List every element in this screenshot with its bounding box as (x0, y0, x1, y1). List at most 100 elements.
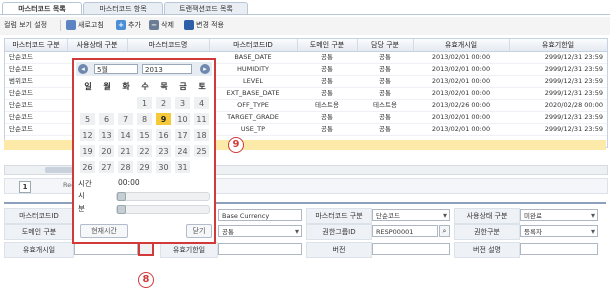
auth-kind-select[interactable]: 등록자 (520, 225, 598, 237)
apply-icon (184, 20, 194, 30)
calendar-day[interactable]: 25 (193, 144, 210, 158)
toolbar-separator (60, 20, 61, 31)
column-header[interactable]: 마스터코드 구분 (5, 39, 68, 51)
time-label: 시간 (78, 179, 92, 188)
calendar-day[interactable]: 1 (136, 96, 153, 110)
calendar-day[interactable]: 29 (136, 160, 153, 174)
minute-slider-knob[interactable] (117, 205, 126, 214)
valid-start-label: 유효개시일 (4, 242, 74, 258)
version-desc-field[interactable] (520, 243, 598, 255)
calendar-day[interactable]: 22 (136, 144, 153, 158)
column-header[interactable]: 마스터코드명 (127, 39, 210, 51)
valid-end-label: 유효기한일 (160, 242, 218, 258)
calendar-day[interactable]: 14 (117, 128, 134, 142)
minute-slider[interactable] (116, 205, 210, 214)
domain-select[interactable]: 공통 (218, 225, 302, 237)
delete-label: 삭제 (161, 21, 174, 29)
calendar-day[interactable]: 8 (136, 112, 153, 126)
column-header[interactable]: 유효기한일 (509, 39, 607, 51)
calendar-day[interactable]: 28 (117, 160, 134, 174)
selected-day[interactable]: 9 (155, 112, 172, 126)
master-code-kind-select[interactable]: 단순코드 (372, 209, 450, 221)
calendar-day[interactable]: 5 (79, 112, 96, 126)
delete-button[interactable]: − 삭제 (149, 19, 174, 31)
auth-group-field[interactable]: RESP00001 (372, 225, 438, 237)
cell-start: 2013/02/01 00:00 (431, 89, 491, 97)
refresh-button[interactable]: 새로고침 (66, 19, 104, 31)
hour-slider-knob[interactable] (117, 192, 126, 201)
calendar-day[interactable]: 13 (98, 128, 115, 142)
calendar-day[interactable]: 18 (193, 128, 210, 142)
column-header[interactable]: 도메인 구분 (297, 39, 358, 51)
cell-owner: 공통 (379, 53, 391, 61)
view-settings-button[interactable]: 컬럼 보기 설정 (4, 19, 47, 31)
refresh-icon (66, 20, 76, 30)
version-label: 버전 (306, 242, 372, 258)
calendar-day[interactable]: 19 (79, 144, 96, 158)
cell-code-id: BASE_DATE (234, 53, 272, 61)
callout-marker-9: 9 (228, 137, 244, 153)
search-icon[interactable]: ⌕ (439, 225, 450, 237)
weekday-label: 화 (122, 82, 130, 91)
calendar-day[interactable]: 4 (193, 96, 210, 110)
callout-marker-8: 8 (138, 272, 154, 288)
next-month-icon[interactable]: ▸ (200, 64, 210, 74)
close-button[interactable]: 닫기 (186, 224, 212, 238)
calendar-day[interactable]: 26 (79, 160, 96, 174)
column-header[interactable]: 유효개시일 (413, 39, 510, 51)
calendar-day[interactable]: 21 (117, 144, 134, 158)
add-label: 추가 (128, 21, 141, 29)
cell-start: 2013/02/26 00:00 (431, 101, 491, 109)
apply-changes-label: 변경 적용 (196, 21, 224, 29)
calendar-day[interactable]: 23 (155, 144, 172, 158)
calendar-day[interactable]: 11 (193, 112, 210, 126)
cell-code-id: EXT_BASE_DATE (226, 89, 280, 97)
calendar-day[interactable]: 20 (98, 144, 115, 158)
cell-owner: 공통 (379, 125, 391, 133)
calendar-day[interactable]: 2 (155, 96, 172, 110)
month-select[interactable]: 5월 (94, 64, 138, 74)
domain-label: 도메인 구분 (4, 224, 74, 240)
now-button[interactable]: 현재시간 (80, 224, 128, 238)
version-field[interactable] (372, 243, 450, 255)
calendar-day[interactable]: 24 (174, 144, 191, 158)
calendar-day[interactable]: 3 (174, 96, 191, 110)
calendar-day[interactable]: 27 (98, 160, 115, 174)
calendar-day[interactable]: 7 (117, 112, 134, 126)
minus-icon: − (149, 20, 159, 30)
year-select[interactable]: 2013 (142, 64, 192, 74)
cell-start: 2013/02/01 00:00 (431, 53, 491, 61)
calendar-icon[interactable] (138, 242, 154, 256)
use-status-select[interactable]: 미완료 (520, 209, 598, 221)
hour-slider[interactable] (116, 192, 210, 201)
calendar-day[interactable]: 31 (174, 160, 191, 174)
column-header[interactable]: 담당 구분 (357, 39, 414, 51)
add-button[interactable]: + 추가 (116, 19, 141, 31)
weekday-label: 목 (160, 82, 168, 91)
weekday-label: 수 (141, 82, 149, 91)
prev-month-icon[interactable]: ◂ (78, 64, 88, 74)
master-code-name-field[interactable]: Base Currency (218, 209, 302, 221)
column-header[interactable]: 마스터코드ID (209, 39, 298, 51)
cell-start: 2013/02/01 00:00 (431, 113, 491, 121)
calendar-day[interactable]: 15 (136, 128, 153, 142)
calendar-day[interactable]: 17 (174, 128, 191, 142)
date-picker-popup: ◂ 5월 2013 ▸ 일월화수목금토 1 2 3 4 5 6 7 8 9 10 11 12 13 14 1… (72, 58, 216, 244)
column-header[interactable]: 사용상태 구분 (67, 39, 128, 51)
weekday-label: 일 (84, 82, 92, 91)
apply-changes-button[interactable]: 변경 적용 (184, 19, 224, 31)
calendar-day[interactable]: 10 (174, 112, 191, 126)
valid-end-field[interactable] (218, 243, 302, 255)
plus-icon: + (116, 20, 126, 30)
page-number-button[interactable]: 1 (19, 181, 31, 193)
cell-domain: 공통 (321, 125, 333, 133)
calendar-day[interactable]: 6 (98, 112, 115, 126)
calendar-day[interactable]: 12 (79, 128, 96, 142)
calendar-day[interactable]: 30 (155, 160, 172, 174)
cell-end: 2999/12/31 23:59 (544, 89, 603, 97)
calendar-day[interactable]: 16 (155, 128, 172, 142)
cell-end: 2999/12/31 23:59 (544, 77, 603, 85)
calendar-header: ◂ 5월 2013 ▸ (76, 62, 212, 76)
hour-label: 시 (78, 191, 85, 200)
valid-start-field[interactable] (74, 243, 138, 255)
